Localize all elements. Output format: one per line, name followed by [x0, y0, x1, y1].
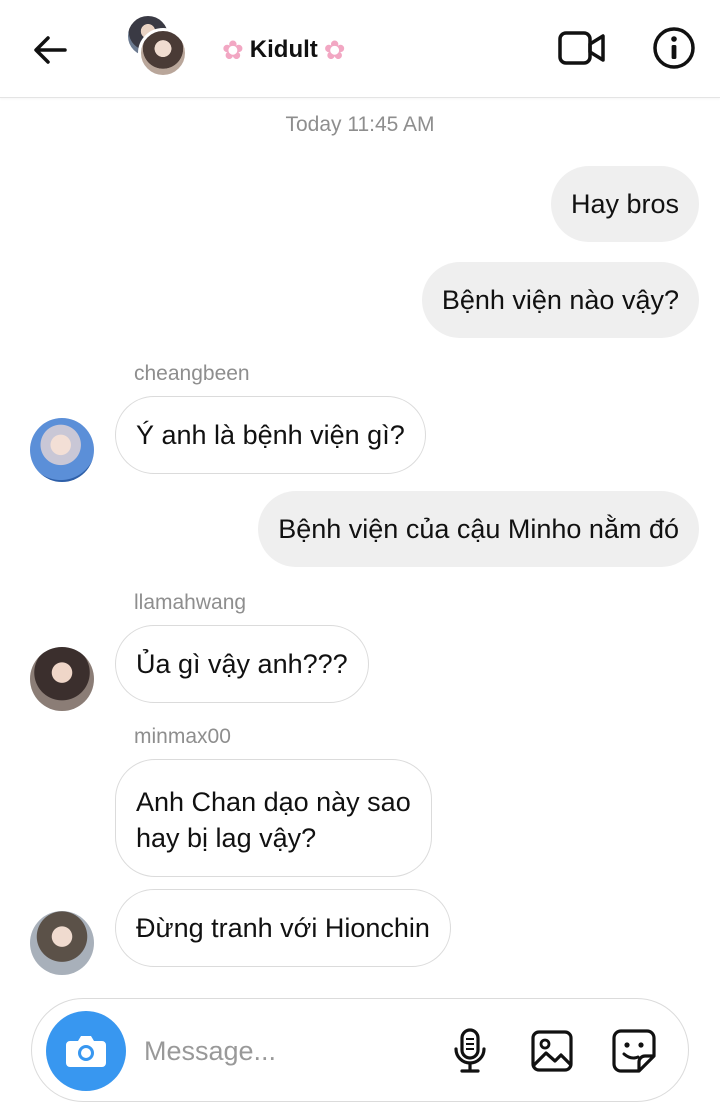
incoming-message[interactable]: Ủa gì vậy anh???: [115, 625, 369, 703]
message-text: Đừng tranh với Hionchin: [136, 913, 430, 943]
sticker-icon[interactable]: [608, 1025, 660, 1077]
chat-timestamp: Today 11:45 AM: [285, 113, 435, 136]
group-avatar[interactable]: [124, 14, 190, 80]
sender-name: minmax00: [134, 725, 231, 748]
video-camera-icon[interactable]: [556, 22, 608, 74]
message-text-line: Anh Chan dạo này sao: [136, 787, 411, 817]
image-gallery-icon[interactable]: [526, 1025, 578, 1077]
cherry-blossom-icon: ✿: [222, 35, 244, 65]
message-text: Hay bros: [570, 189, 679, 219]
outgoing-message[interactable]: Hay bros: [550, 166, 699, 242]
message-text: Bệnh viện nào vậy?: [441, 285, 679, 315]
camera-icon[interactable]: [46, 1011, 126, 1091]
message-text-line: hay bị lag vậy?: [136, 823, 317, 853]
member-avatar: [138, 28, 188, 78]
outgoing-message[interactable]: Bệnh viện nào vậy?: [421, 262, 699, 338]
cherry-blossom-icon: ✿: [323, 35, 346, 65]
message-input[interactable]: [144, 1029, 424, 1073]
message-text: Ý anh là bệnh viện gì?: [136, 420, 405, 450]
sender-name: llamahwang: [134, 591, 247, 614]
sender-avatar[interactable]: [30, 647, 94, 711]
sender-avatar[interactable]: [30, 911, 94, 975]
back-arrow-icon[interactable]: [26, 26, 74, 74]
incoming-message[interactable]: Đừng tranh với Hionchin: [115, 889, 451, 967]
chat-title[interactable]: ✿ Kidult ✿: [222, 30, 346, 70]
incoming-message[interactable]: Ý anh là bệnh viện gì?: [115, 396, 426, 474]
chat-title-text: Kidult: [249, 36, 318, 63]
incoming-message[interactable]: Anh Chan dạo này sao hay bị lag vậy?: [115, 759, 432, 877]
info-icon[interactable]: [648, 22, 700, 74]
chat-header: ✿ Kidult ✿: [0, 0, 720, 98]
message-text: Ủa gì vậy anh???: [136, 649, 348, 679]
outgoing-message[interactable]: Bệnh viện của cậu Minho nằm đó: [258, 491, 699, 567]
sender-avatar[interactable]: [30, 418, 94, 482]
microphone-icon[interactable]: [444, 1025, 496, 1077]
message-composer: [31, 998, 689, 1102]
sender-name: cheangbeen: [134, 362, 250, 385]
message-text: Bệnh viện của cậu Minho nằm đó: [278, 514, 679, 544]
